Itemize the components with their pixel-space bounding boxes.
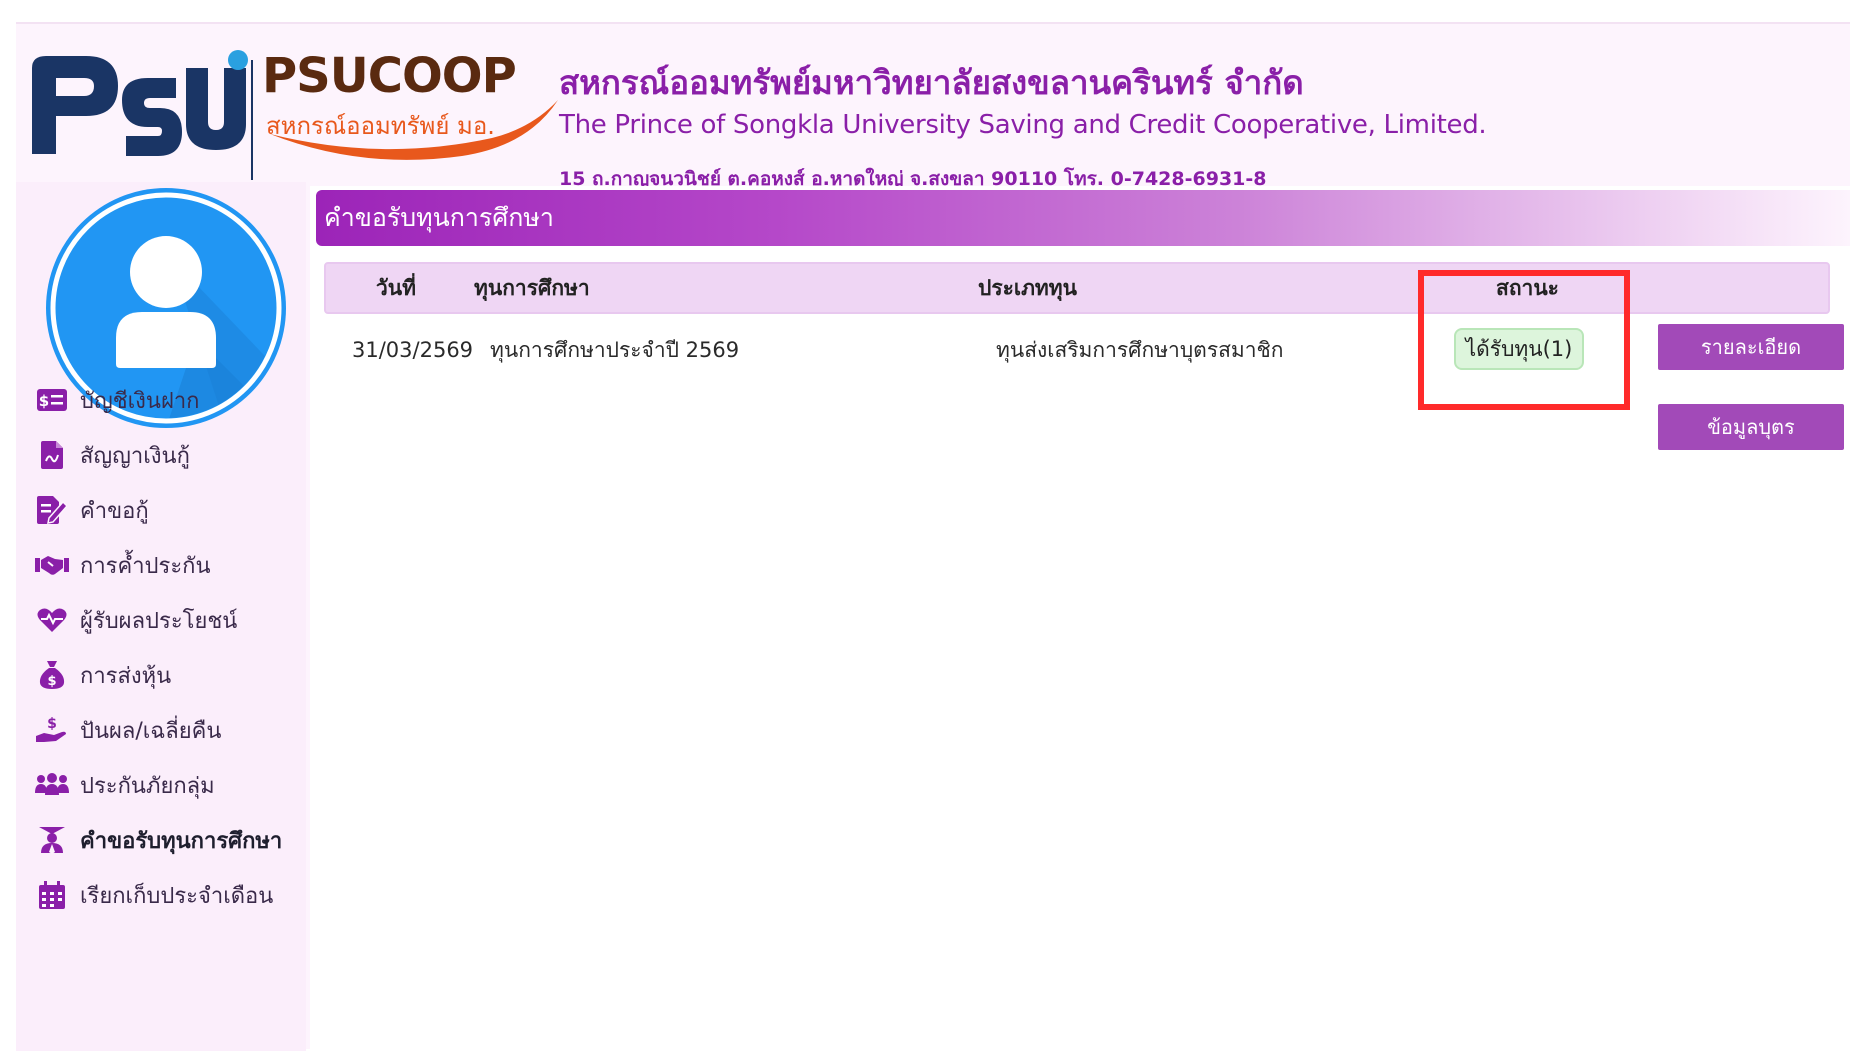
column-header-date: วันที่ bbox=[376, 275, 416, 300]
svg-text:$: $ bbox=[47, 716, 57, 732]
cell-date: 31/03/2569 bbox=[352, 338, 474, 362]
status-highlight-box bbox=[1418, 270, 1630, 410]
beneficiary-heart-icon bbox=[34, 603, 70, 637]
sidebar-item-loan-request[interactable]: คำขอกู้ bbox=[34, 488, 304, 532]
column-header-type: ประเภททุน bbox=[978, 275, 1077, 300]
sidebar-item-label: คำขอกู้ bbox=[80, 498, 149, 524]
loan-contract-icon bbox=[34, 438, 70, 472]
app-window: PSUCOOP สหกรณ์ออมทรัพย์ มอ. สหกรณ์ออมทรั… bbox=[16, 22, 1850, 1051]
loan-request-icon bbox=[34, 493, 70, 527]
money-bag-icon: $ bbox=[34, 658, 70, 692]
group-insurance-icon bbox=[34, 768, 70, 802]
sidebar: $ บัญชีเงินฝาก สัญญาเงินกู้ คำขอกู้ การค… bbox=[16, 182, 306, 1051]
sidebar-item-label: การส่งหุ้น bbox=[80, 663, 172, 689]
sidebar-item-label: คำขอรับทุนการศึกษา bbox=[80, 828, 283, 854]
child-info-button[interactable]: ข้อมูลบุตร bbox=[1658, 404, 1844, 450]
dividend-hand-icon: $ bbox=[34, 713, 70, 747]
details-button[interactable]: รายละเอียด bbox=[1658, 324, 1844, 370]
org-name-english: The Prince of Songkla University Saving … bbox=[559, 110, 1487, 140]
sidebar-item-group-insurance[interactable]: ประกันภัยกลุ่ม bbox=[34, 763, 304, 807]
logo-divider bbox=[251, 60, 253, 180]
sidebar-item-guarantee[interactable]: การค้ำประกัน bbox=[34, 543, 304, 587]
svg-text:$: $ bbox=[47, 674, 56, 689]
main-content: คำขอรับทุนการศึกษา วันที่ ทุนการศึกษา ปร… bbox=[310, 186, 1850, 1051]
coop-subtitle: สหกรณ์ออมทรัพย์ มอ. bbox=[266, 112, 495, 140]
sidebar-item-label: ปันผล/เฉลี่ยคืน bbox=[80, 718, 222, 744]
cell-scholarship: ทุนการศึกษาประจำปี 2569 bbox=[490, 337, 740, 362]
psu-logo bbox=[32, 50, 248, 156]
sidebar-item-label: การค้ำประกัน bbox=[80, 553, 211, 579]
graduation-icon bbox=[34, 823, 70, 857]
sidebar-item-label: เรียกเก็บประจำเดือน bbox=[80, 883, 274, 909]
page-title: คำขอรับทุนการศึกษา bbox=[316, 190, 1850, 246]
calendar-icon bbox=[34, 878, 70, 912]
cell-type: ทุนส่งเสริมการศึกษาบุตรสมาชิก bbox=[996, 337, 1284, 362]
deposit-account-icon: $ bbox=[34, 383, 70, 417]
sidebar-item-loan-contract[interactable]: สัญญาเงินกู้ bbox=[34, 433, 304, 477]
guarantee-handshake-icon bbox=[34, 548, 70, 582]
svg-text:$: $ bbox=[39, 392, 49, 410]
sidebar-item-label: บัญชีเงินฝาก bbox=[80, 388, 200, 414]
coop-name: PSUCOOP bbox=[262, 48, 517, 104]
sidebar-item-label: ประกันภัยกลุ่ม bbox=[80, 773, 215, 799]
sidebar-item-monthly-billing[interactable]: เรียกเก็บประจำเดือน bbox=[34, 873, 304, 917]
sidebar-item-shares[interactable]: $ การส่งหุ้น bbox=[34, 653, 304, 697]
org-name-thai: สหกรณ์ออมทรัพย์มหาวิทยาลัยสงขลานครินทร์ … bbox=[559, 63, 1304, 102]
column-header-scholarship: ทุนการศึกษา bbox=[474, 275, 590, 300]
sidebar-item-label: สัญญาเงินกู้ bbox=[80, 443, 190, 469]
sidebar-item-dividend[interactable]: $ ปันผล/เฉลี่ยคืน bbox=[34, 708, 304, 752]
sidebar-item-deposit-account[interactable]: $ บัญชีเงินฝาก bbox=[34, 378, 304, 422]
sidebar-item-scholarship[interactable]: คำขอรับทุนการศึกษา bbox=[34, 818, 304, 862]
sidebar-item-beneficiary[interactable]: ผู้รับผลประโยชน์ bbox=[34, 598, 304, 642]
sidebar-item-label: ผู้รับผลประโยชน์ bbox=[80, 608, 238, 634]
